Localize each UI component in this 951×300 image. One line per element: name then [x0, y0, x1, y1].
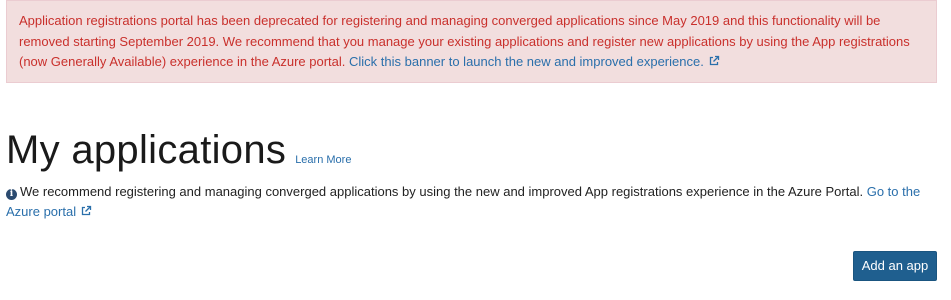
learn-more-link[interactable]: Learn More	[295, 154, 351, 166]
info-text: We recommend registering and managing co…	[20, 184, 864, 199]
external-link-icon	[708, 53, 720, 74]
banner-link-label: Click this banner to launch the new and …	[349, 54, 704, 69]
add-app-button[interactable]: Add an app	[853, 251, 937, 281]
deprecation-banner[interactable]: Application registrations portal has bee…	[6, 0, 937, 83]
info-icon: i	[6, 189, 17, 200]
title-row: My applications Learn More	[6, 128, 351, 173]
banner-launch-link[interactable]: Click this banner to launch the new and …	[349, 54, 720, 69]
info-message: i We recommend registering and managing c…	[6, 182, 936, 223]
external-link-icon	[80, 203, 92, 223]
page-title: My applications	[6, 128, 287, 172]
